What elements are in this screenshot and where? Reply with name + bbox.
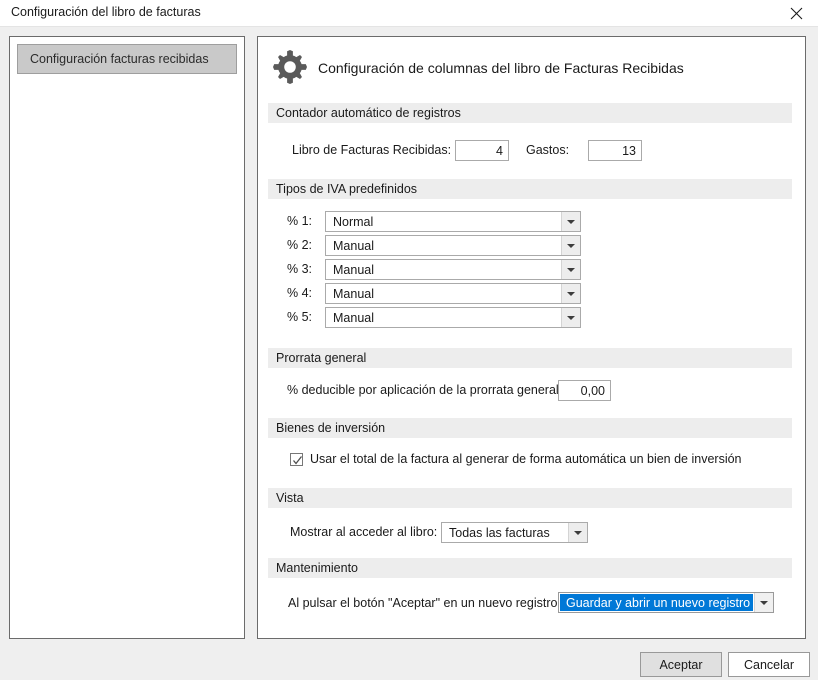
combo-mostrar-al-acceder-value: Todas las facturas bbox=[449, 525, 550, 540]
combo-iva-1[interactable]: Normal bbox=[325, 211, 581, 232]
label-mostrar-al-acceder: Mostrar al acceder al libro: bbox=[290, 525, 438, 539]
label-al-pulsar-aceptar: Al pulsar el botón "Aceptar" en un nuevo… bbox=[288, 596, 561, 610]
panel-title: Configuración de columnas del libro de F… bbox=[318, 60, 684, 76]
combo-mostrar-al-acceder[interactable]: Todas las facturas bbox=[441, 522, 588, 543]
label-iva-5: % 5: bbox=[287, 310, 313, 324]
accept-button-label: Aceptar bbox=[659, 657, 703, 672]
combo-iva-3-value: Manual bbox=[333, 262, 374, 277]
chevron-down-icon[interactable] bbox=[561, 236, 580, 255]
input-prorrata-deducible[interactable] bbox=[558, 380, 611, 401]
section-title-contador: Contador automático de registros bbox=[276, 106, 461, 120]
combo-iva-3[interactable]: Manual bbox=[325, 259, 581, 280]
section-header-contador: Contador automático de registros bbox=[268, 103, 792, 123]
chevron-down-icon[interactable] bbox=[561, 284, 580, 303]
accept-button[interactable]: Aceptar bbox=[640, 652, 722, 677]
label-prorrata-deducible: % deducible por aplicación de la prorrat… bbox=[287, 383, 563, 397]
chevron-down-icon[interactable] bbox=[561, 260, 580, 279]
combo-iva-1-value: Normal bbox=[333, 214, 374, 229]
gear-icon bbox=[273, 50, 307, 84]
check-icon bbox=[293, 455, 303, 465]
input-gastos[interactable] bbox=[588, 140, 642, 161]
close-button[interactable] bbox=[774, 0, 818, 26]
chevron-down-icon[interactable] bbox=[561, 212, 580, 231]
combo-iva-5[interactable]: Manual bbox=[325, 307, 581, 328]
close-icon bbox=[790, 7, 802, 19]
chevron-down-icon[interactable] bbox=[754, 593, 773, 612]
main-panel: Configuración de columnas del libro de F… bbox=[257, 36, 806, 639]
checkbox-label: Usar el total de la factura al generar d… bbox=[310, 452, 742, 466]
section-header-prorrata: Prorrata general bbox=[268, 348, 792, 368]
label-iva-1: % 1: bbox=[287, 214, 313, 228]
label-iva-2: % 2: bbox=[287, 238, 313, 252]
chevron-down-icon[interactable] bbox=[568, 523, 587, 542]
section-header-vista: Vista bbox=[268, 488, 792, 508]
combo-iva-4[interactable]: Manual bbox=[325, 283, 581, 304]
combo-al-pulsar-aceptar[interactable]: Guardar y abrir un nuevo registro bbox=[558, 592, 774, 613]
section-title-prorrata: Prorrata general bbox=[276, 351, 367, 365]
cancel-button-label: Cancelar bbox=[743, 657, 795, 672]
chevron-down-icon[interactable] bbox=[561, 308, 580, 327]
sidebar-panel: Configuración facturas recibidas bbox=[9, 36, 245, 639]
combo-iva-2[interactable]: Manual bbox=[325, 235, 581, 256]
section-header-iva: Tipos de IVA predefinidos bbox=[268, 179, 792, 199]
cancel-button[interactable]: Cancelar bbox=[728, 652, 810, 677]
window-title: Configuración del libro de facturas bbox=[11, 5, 201, 19]
window-titlebar: Configuración del libro de facturas bbox=[0, 0, 818, 27]
sidebar-item-configuracion-facturas-recibidas[interactable]: Configuración facturas recibidas bbox=[17, 44, 237, 74]
label-iva-3: % 3: bbox=[287, 262, 313, 276]
input-libro-facturas-recibidas[interactable] bbox=[455, 140, 509, 161]
section-title-vista: Vista bbox=[276, 491, 304, 505]
label-libro-facturas-recibidas: Libro de Facturas Recibidas: bbox=[292, 143, 452, 157]
section-title-bienes: Bienes de inversión bbox=[276, 421, 386, 435]
combo-iva-4-value: Manual bbox=[333, 286, 374, 301]
combo-iva-5-value: Manual bbox=[333, 310, 374, 325]
combo-al-pulsar-aceptar-value: Guardar y abrir un nuevo registro bbox=[560, 594, 753, 611]
panel-header: Configuración de columnas del libro de F… bbox=[258, 37, 805, 95]
checkbox-box[interactable] bbox=[290, 452, 303, 466]
label-gastos: Gastos: bbox=[526, 143, 570, 157]
combo-iva-2-value: Manual bbox=[333, 238, 374, 253]
label-iva-4: % 4: bbox=[287, 286, 313, 300]
section-header-bienes: Bienes de inversión bbox=[268, 418, 792, 438]
section-header-mantenimiento: Mantenimiento bbox=[268, 558, 792, 578]
checkbox-usar-total-factura[interactable]: Usar el total de la factura al generar d… bbox=[290, 452, 742, 466]
section-title-iva: Tipos de IVA predefinidos bbox=[276, 182, 418, 196]
section-title-mantenimiento: Mantenimiento bbox=[276, 561, 358, 575]
sidebar-item-label: Configuración facturas recibidas bbox=[30, 52, 209, 66]
